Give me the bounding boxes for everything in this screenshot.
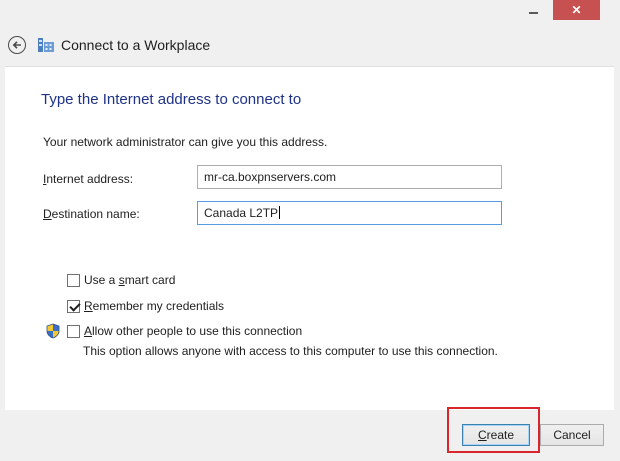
minimize-button[interactable]	[520, 0, 547, 20]
back-button[interactable]	[8, 36, 26, 54]
workplace-network-icon	[38, 38, 54, 52]
internet-address-label: Internet address:	[43, 172, 134, 186]
smart-card-label: Use a smart card	[84, 273, 176, 287]
destination-name-field[interactable]: Canada L2TP	[197, 201, 502, 225]
allow-others-checkbox[interactable]	[67, 324, 80, 338]
page-heading: Type the Internet address to connect to	[41, 91, 302, 108]
window-title: Connect to a Workplace	[61, 37, 211, 53]
text-caret	[279, 206, 281, 219]
page-subtext: Your network administrator can give you …	[43, 135, 328, 149]
remember-credentials-label: Remember my credentials	[84, 299, 225, 313]
destination-name-value: Canada L2TP	[204, 206, 279, 220]
back-arrow-icon	[12, 41, 21, 49]
title-bar: ✕ Connect to a Workplace	[0, 0, 620, 66]
remember-credentials-checkbox[interactable]	[67, 299, 80, 313]
allow-others-description: This option allows anyone with access to…	[83, 344, 498, 358]
minimize-icon	[529, 12, 538, 14]
close-button[interactable]: ✕	[553, 0, 600, 20]
content-panel: Type the Internet address to connect to …	[5, 66, 614, 410]
allow-others-label: Allow other people to use this connectio…	[84, 324, 303, 338]
remember-credentials-option[interactable]: Remember my credentials	[67, 299, 224, 313]
internet-address-value: mr-ca.boxpnservers.com	[204, 170, 337, 184]
create-button[interactable]: Create	[462, 424, 530, 446]
smart-card-option[interactable]: Use a smart card	[67, 273, 175, 287]
close-icon: ✕	[571, 3, 582, 17]
uac-shield-icon	[46, 323, 60, 339]
allow-others-option[interactable]: Allow other people to use this connectio…	[67, 324, 302, 338]
destination-name-label: Destination name:	[43, 207, 140, 221]
smart-card-checkbox[interactable]	[67, 273, 80, 287]
cancel-button[interactable]: Cancel	[540, 424, 604, 446]
internet-address-field[interactable]: mr-ca.boxpnservers.com	[197, 165, 502, 189]
